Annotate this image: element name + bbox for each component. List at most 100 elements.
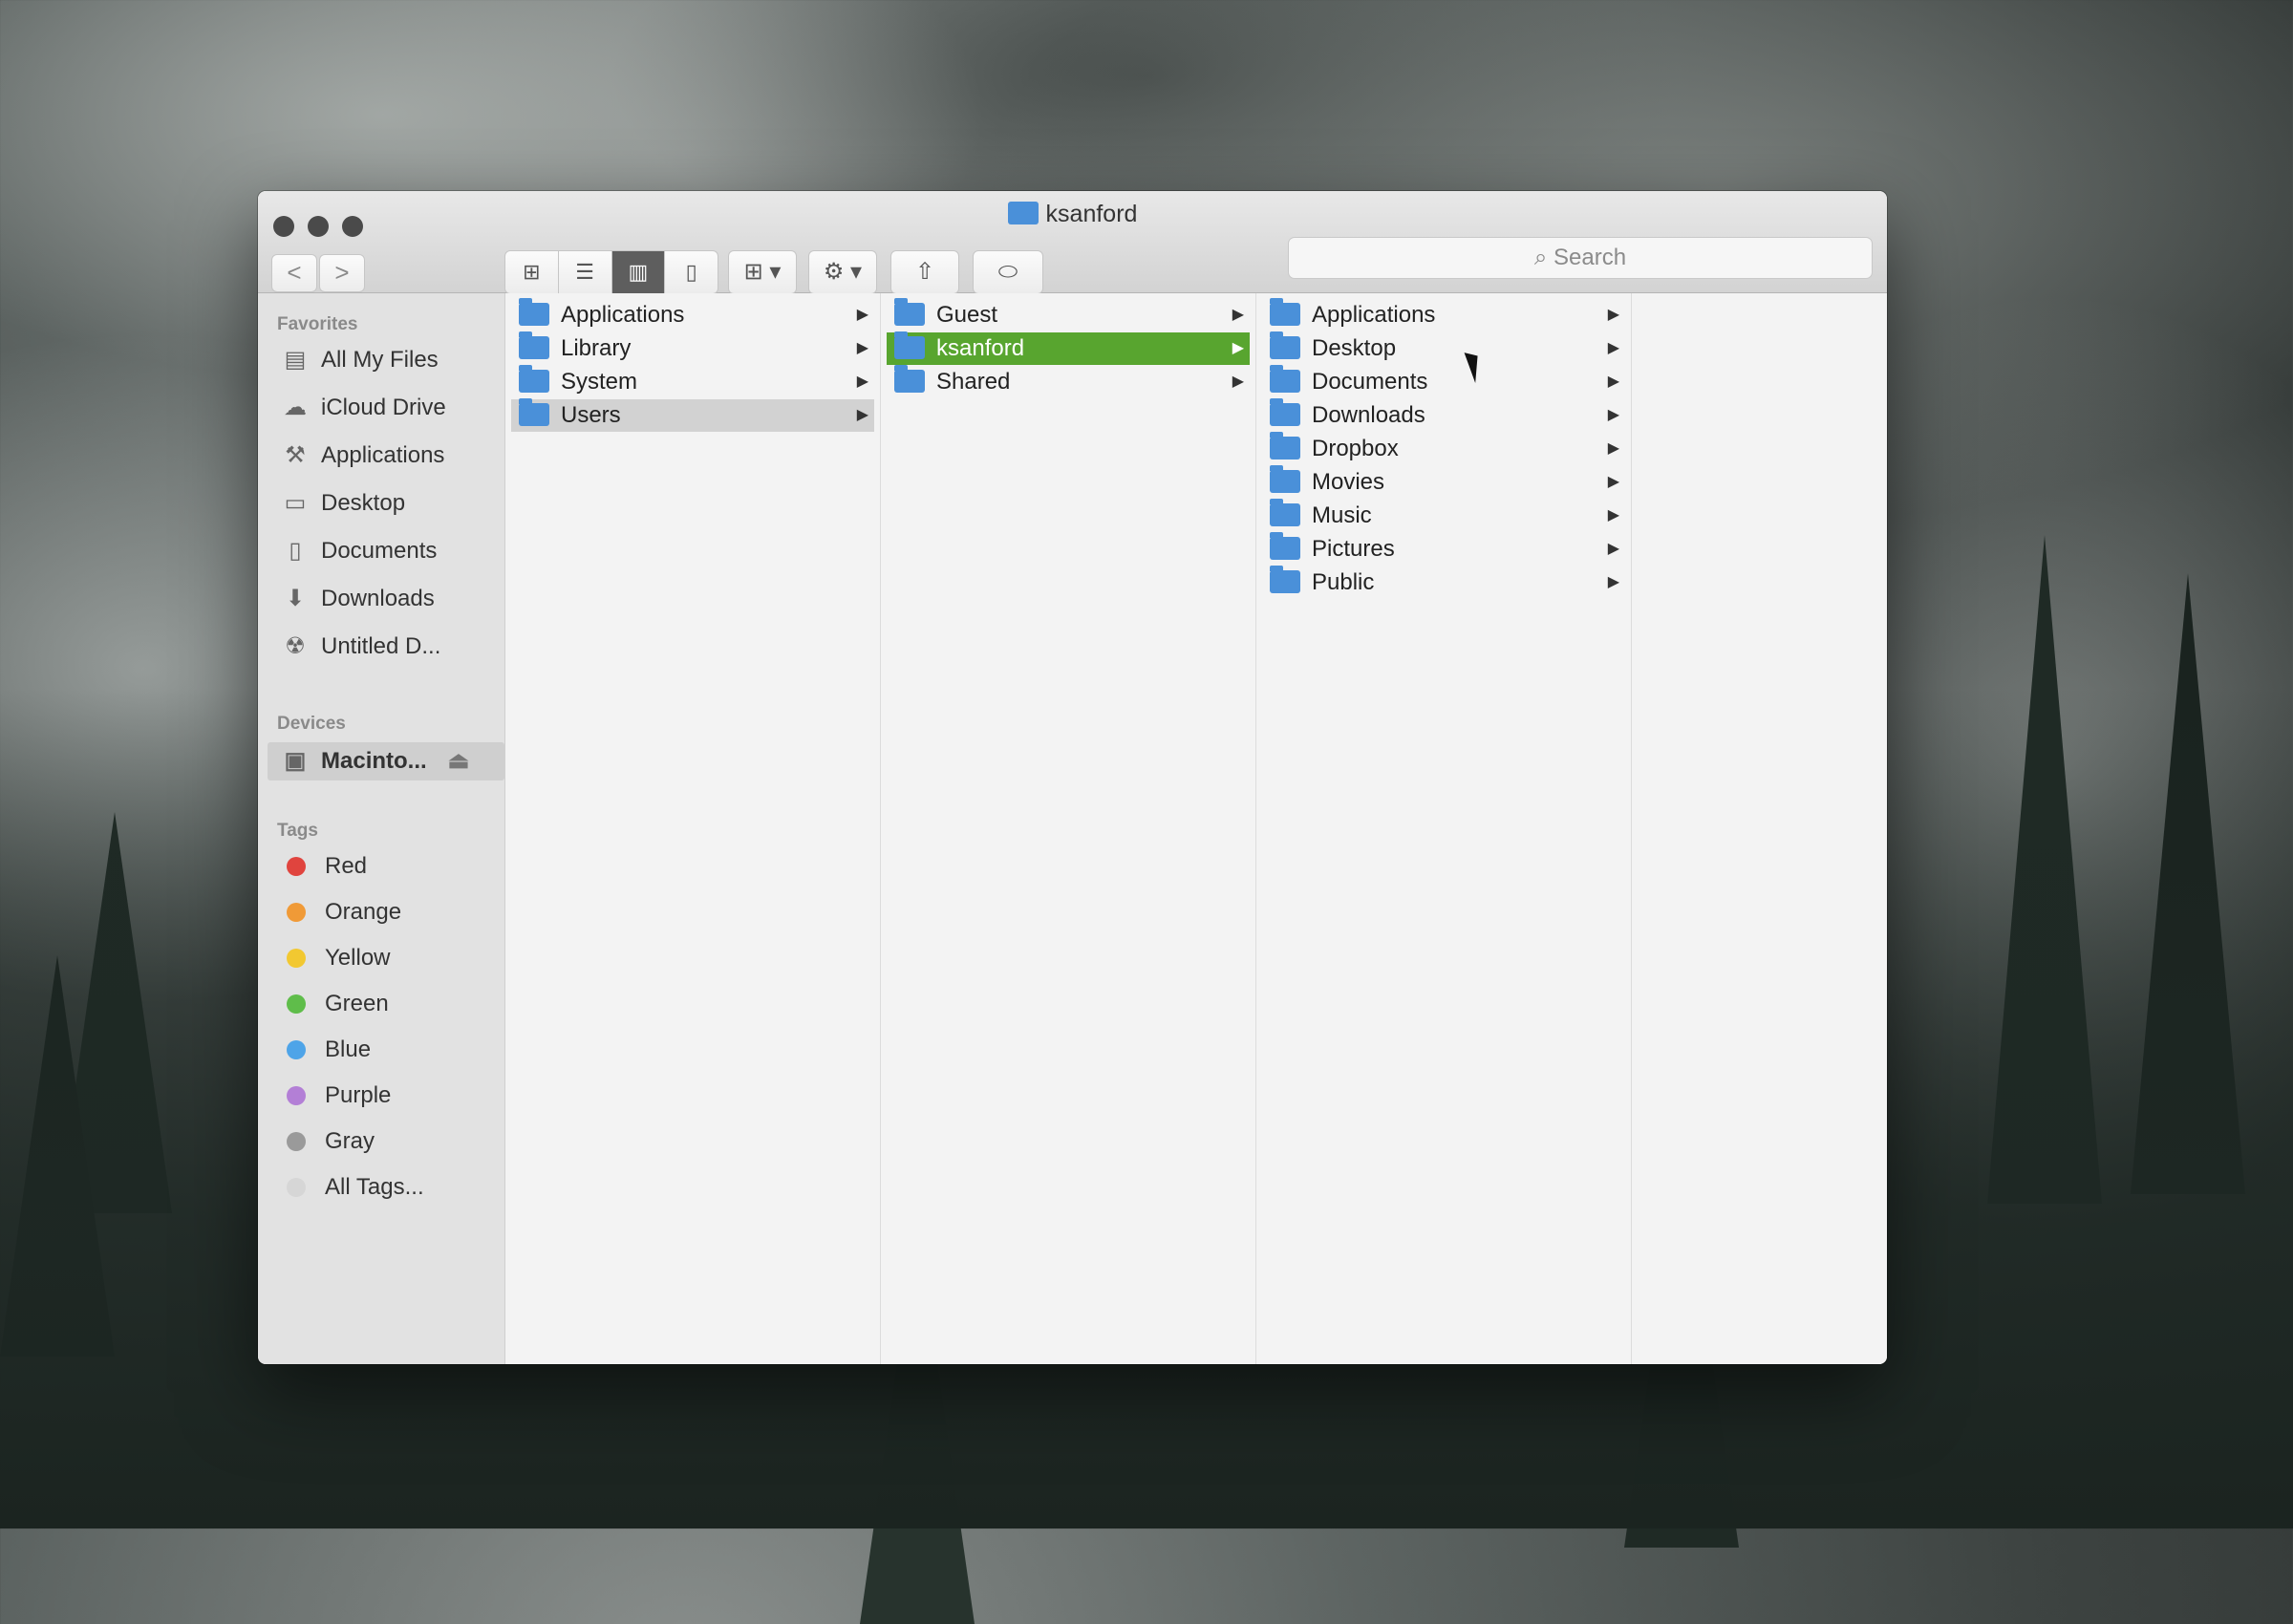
disclosure-arrow-icon: ▶ [1232, 374, 1244, 390]
folder-icon [1007, 202, 1039, 224]
folder-icon [1270, 398, 1300, 426]
disclosure-arrow-icon: ▶ [1607, 541, 1619, 557]
list-item[interactable]: Shared ▶ [887, 365, 1250, 398]
sidebar-item-macintosh-hd[interactable]: ▣ Macinto... ⏏ [268, 742, 504, 780]
arrange-icon: ⊞ ▾ [743, 259, 782, 285]
back-button[interactable]: < [271, 254, 317, 292]
disclosure-arrow-icon: ▶ [1607, 374, 1619, 390]
list-item[interactable]: Movies ▶ [1262, 465, 1625, 499]
sidebar-tag-all-tags[interactable]: All Tags... [279, 1168, 424, 1207]
disk-icon: ☢ [285, 633, 306, 659]
folder-icon [519, 398, 549, 426]
tag-icon: ⬭ [997, 259, 1018, 285]
sidebar-tag-green[interactable]: Green [279, 985, 389, 1023]
folder-icon [894, 298, 925, 326]
disclosure-arrow-icon: ▶ [856, 374, 868, 390]
tag-color-dot [287, 857, 306, 876]
disclosure-arrow-icon: ▶ [856, 340, 868, 356]
sidebar-item-desktop[interactable]: ▭ Desktop [279, 484, 405, 523]
finder-window: ksanford < > ⊞ ☰ ▥ ▯ ⊞ ▾ ⚙ ▾ ⇧ ⬭ ⌕ Searc… [258, 191, 1887, 1364]
folder-icon [1270, 365, 1300, 393]
list-item[interactable]: Desktop ▶ [1262, 331, 1625, 365]
sidebar-tag-blue[interactable]: Blue [279, 1031, 371, 1069]
arrange-button[interactable]: ⊞ ▾ [728, 250, 797, 294]
documents-icon: ▯ [289, 538, 302, 564]
sidebar: Favorites ▤ All My Files ☁ iCloud Drive ⚒ A… [258, 293, 505, 1364]
action-button[interactable]: ⚙ ▾ [808, 250, 877, 294]
downloads-icon: ⬇ [285, 586, 306, 611]
all-files-icon: ▤ [284, 347, 307, 373]
sidebar-item-untitled-disk[interactable]: ☢ Untitled D... [279, 628, 440, 666]
tag-color-dot [287, 903, 306, 922]
list-item[interactable]: Public ▶ [1262, 566, 1625, 599]
sidebar-tag-gray[interactable]: Gray [279, 1122, 375, 1161]
share-button[interactable]: ⇧ [890, 250, 959, 294]
share-icon: ⇧ [914, 259, 935, 285]
sidebar-item-all-my-files[interactable]: ▤ All My Files [279, 341, 439, 379]
sidebar-item-documents[interactable]: ▯ Documents [279, 532, 437, 570]
applications-icon: ⚒ [285, 442, 306, 468]
cloud-icon: ☁ [284, 395, 307, 420]
column-view-icon[interactable]: ▥ [611, 251, 666, 293]
disclosure-arrow-icon: ▶ [1607, 474, 1619, 490]
tag-color-dot [287, 1086, 306, 1105]
browser-column-3: Applications ▶ Desktop ▶ Documents ▶ Downlo… [1256, 293, 1632, 1364]
tag-color-dot [287, 1178, 306, 1197]
sidebar-tag-red[interactable]: Red [279, 847, 367, 886]
sidebar-tag-purple[interactable]: Purple [279, 1077, 391, 1115]
tag-color-dot [287, 994, 306, 1014]
list-item[interactable]: Users ▶ [511, 398, 874, 432]
window-title: ksanford [258, 201, 1887, 228]
disclosure-arrow-icon: ▶ [1607, 507, 1619, 524]
browser-column-1: Applications ▶ Library ▶ System ▶ Users ▶ [505, 293, 881, 1364]
folder-icon [1270, 566, 1300, 593]
disclosure-arrow-icon: ▶ [1607, 340, 1619, 356]
disclosure-arrow-icon: ▶ [1607, 440, 1619, 457]
disclosure-arrow-icon: ▶ [1607, 574, 1619, 590]
eject-icon[interactable]: ⏏ [448, 748, 470, 774]
tag-color-dot [287, 1132, 306, 1151]
list-item[interactable]: Music ▶ [1262, 499, 1625, 532]
gear-icon: ⚙ ▾ [823, 259, 863, 285]
sidebar-item-applications[interactable]: ⚒ Applications [279, 437, 444, 475]
sidebar-tag-orange[interactable]: Orange [279, 893, 401, 931]
folder-icon [1270, 298, 1300, 326]
folder-icon [519, 298, 549, 326]
cover-flow-icon[interactable]: ▯ [665, 251, 718, 293]
search-icon: ⌕ [1533, 245, 1554, 270]
list-item[interactable]: Library ▶ [511, 331, 874, 365]
disclosure-arrow-icon: ▶ [1607, 407, 1619, 423]
list-item[interactable]: Guest ▶ [887, 298, 1250, 331]
list-item[interactable]: Dropbox ▶ [1262, 432, 1625, 465]
sidebar-section-tags: Tags [277, 821, 318, 841]
search-input[interactable]: ⌕ Search [1288, 237, 1873, 279]
icon-view-icon[interactable]: ⊞ [505, 251, 559, 293]
sidebar-item-icloud-drive[interactable]: ☁ iCloud Drive [279, 389, 446, 427]
folder-icon [1270, 499, 1300, 526]
folder-icon [519, 331, 549, 359]
tags-button[interactable]: ⬭ [973, 250, 1043, 294]
sidebar-item-downloads[interactable]: ⬇ Downloads [279, 580, 435, 618]
list-item[interactable]: Applications ▶ [511, 298, 874, 331]
list-view-icon[interactable]: ☰ [559, 251, 612, 293]
list-item[interactable]: Applications ▶ [1262, 298, 1625, 331]
sidebar-tag-yellow[interactable]: Yellow [279, 939, 391, 977]
toolbar: ksanford < > ⊞ ☰ ▥ ▯ ⊞ ▾ ⚙ ▾ ⇧ ⬭ ⌕ Searc… [258, 191, 1887, 294]
folder-icon [894, 331, 925, 359]
forward-button[interactable]: > [319, 254, 365, 292]
list-item[interactable]: System ▶ [511, 365, 874, 398]
desktop-icon: ▭ [284, 490, 307, 516]
sidebar-section-favorites: Favorites [277, 314, 358, 334]
folder-icon [1270, 465, 1300, 493]
list-item[interactable]: Documents ▶ [1262, 365, 1625, 398]
tag-color-dot [287, 949, 306, 968]
folder-icon [519, 365, 549, 393]
list-item[interactable]: Downloads ▶ [1262, 398, 1625, 432]
disclosure-arrow-icon: ▶ [1232, 340, 1244, 356]
list-item[interactable]: ksanford ▶ [887, 331, 1250, 365]
list-item[interactable]: Pictures ▶ [1262, 532, 1625, 566]
folder-icon [894, 365, 925, 393]
disclosure-arrow-icon: ▶ [1607, 307, 1619, 323]
dropbox-folder-icon [1270, 432, 1300, 459]
disclosure-arrow-icon: ▶ [856, 307, 868, 323]
